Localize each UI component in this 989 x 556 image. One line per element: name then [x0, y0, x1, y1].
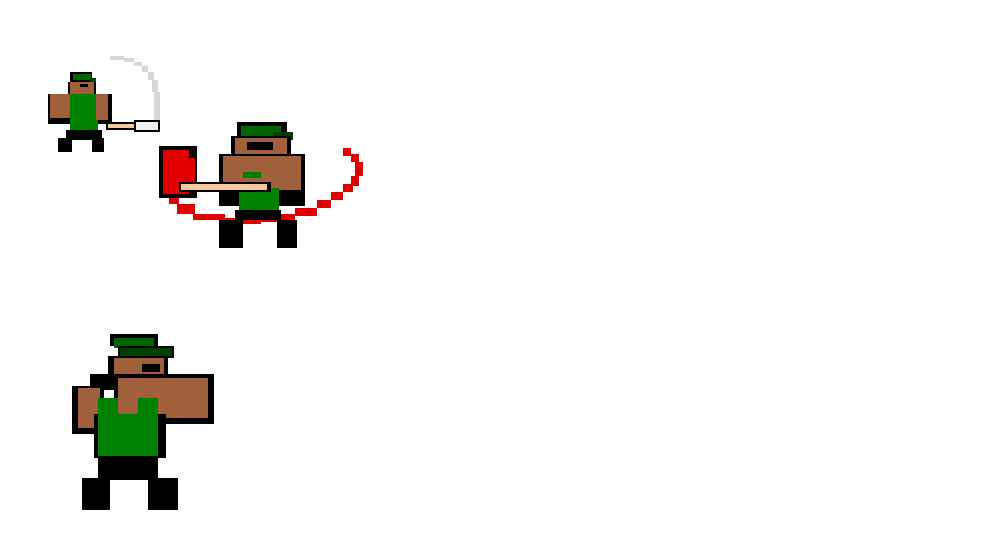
lumberjack-axe-spin-sprite [159, 122, 363, 248]
axe-handle-icon [179, 182, 271, 192]
lumberjack-idle-large-sprite [72, 334, 214, 510]
small-lumberjack-body [48, 72, 112, 152]
sprite-sheet-canvas [0, 0, 989, 556]
gray-swing-arc-icon [110, 56, 160, 120]
lumberjack-small-swing-sprite [48, 56, 160, 152]
large-lumberjack-body [72, 334, 214, 510]
small-axe-icon [106, 120, 160, 132]
